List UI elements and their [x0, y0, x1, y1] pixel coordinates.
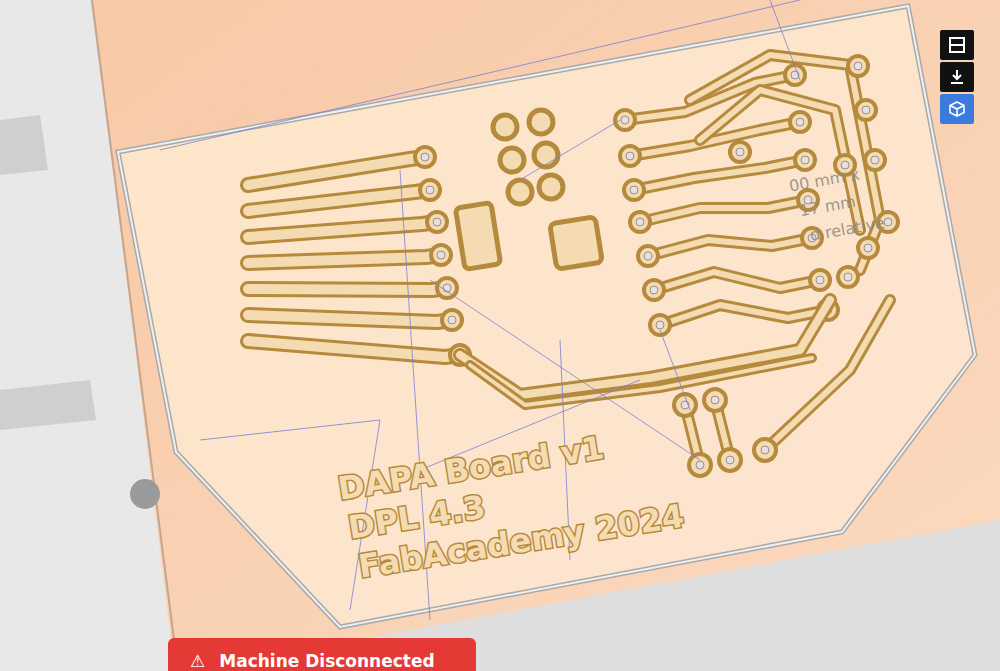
download-icon: [948, 68, 966, 86]
workspace[interactable]: DAPA Board v1DPL 4.3FabAcademy 2024 00 mm…: [0, 0, 1000, 671]
board-label: FabAcademy 2024: [356, 497, 687, 586]
mount-hole: [130, 479, 160, 509]
layers-button[interactable]: [940, 30, 974, 60]
cube-icon: [948, 100, 966, 118]
board-outline: [118, 6, 975, 627]
3d-viewport[interactable]: DAPA Board v1DPL 4.3FabAcademy 2024 00 mm…: [0, 0, 1000, 671]
layers-icon: [948, 36, 966, 54]
dimension-label: d relative: [808, 213, 886, 245]
download-button[interactable]: [940, 62, 974, 92]
status-text: Machine Disconnected: [219, 651, 434, 671]
silkscreen-labels: DAPA Board v1DPL 4.3FabAcademy 2024: [335, 418, 686, 587]
warning-icon: ⚠: [190, 651, 205, 671]
connection-status[interactable]: ⚠ Machine Disconnected: [168, 638, 476, 671]
stock: [92, 0, 1000, 671]
copper-traces: [248, 55, 898, 476]
dimension-label: 17 mm: [798, 192, 857, 221]
cube-button[interactable]: [940, 94, 974, 124]
dimension-label: 00 mm x: [788, 165, 861, 196]
view-toolbar: [940, 30, 974, 124]
